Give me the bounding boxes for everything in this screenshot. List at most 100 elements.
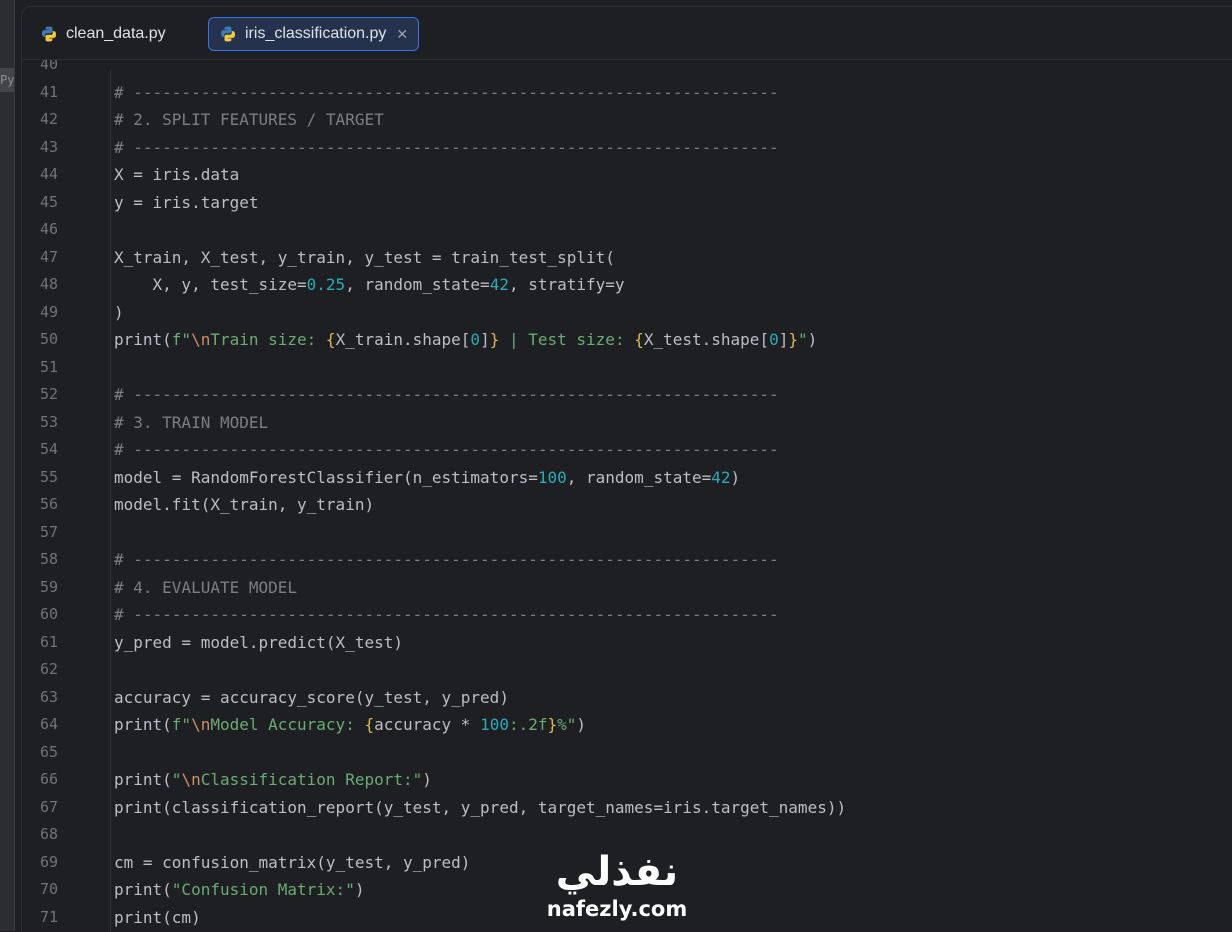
code-line[interactable]: 48 X, y, test_size=0.25, random_state=42… xyxy=(22,271,1232,299)
code-line[interactable]: 58 # ------------------------------------… xyxy=(22,546,1232,574)
code-text[interactable]: # --------------------------------------… xyxy=(114,601,779,629)
code-text[interactable]: # 3. TRAIN MODEL xyxy=(114,409,268,437)
line-number[interactable]: 46 xyxy=(22,216,58,244)
line-number[interactable]: 60 xyxy=(22,601,58,629)
code-line[interactable]: 59 # 4. EVALUATE MODEL xyxy=(22,574,1232,602)
tab-label: clean_data.py xyxy=(66,25,166,42)
line-number[interactable]: 69 xyxy=(22,849,58,877)
line-number[interactable]: 57 xyxy=(22,519,58,547)
code-text[interactable]: X_train, X_test, y_train, y_test = train… xyxy=(114,244,615,272)
code-text[interactable]: # --------------------------------------… xyxy=(114,134,779,162)
code-line[interactable]: 66 print("\nClassification Report:") xyxy=(22,766,1232,794)
code-text[interactable]: model = RandomForestClassifier(n_estimat… xyxy=(114,464,740,492)
code-line[interactable]: 50 print(f"\nTrain size: {X_train.shape[0… xyxy=(22,326,1232,354)
code-line[interactable]: 63 accuracy = accuracy_score(y_test, y_pr… xyxy=(22,684,1232,712)
line-number[interactable]: 49 xyxy=(22,299,58,327)
code-text[interactable]: print("Confusion Matrix:") xyxy=(114,876,364,904)
code-text[interactable]: print(f"\nTrain size: {X_train.shape[0]}… xyxy=(114,326,817,354)
line-number[interactable]: 58 xyxy=(22,546,58,574)
code-editor[interactable]: 40 41 # ----------------------------------… xyxy=(22,60,1232,932)
line-number[interactable]: 68 xyxy=(22,821,58,849)
line-number[interactable]: 40 xyxy=(22,60,58,79)
code-line[interactable]: 57 xyxy=(22,519,1232,547)
line-number[interactable]: 41 xyxy=(22,79,58,107)
line-number[interactable]: 62 xyxy=(22,656,58,684)
line-number[interactable]: 64 xyxy=(22,711,58,739)
code-line[interactable]: 60 # ------------------------------------… xyxy=(22,601,1232,629)
code-text[interactable]: X, y, test_size=0.25, random_state=42, s… xyxy=(114,271,625,299)
code-line[interactable]: 62 xyxy=(22,656,1232,684)
line-number[interactable]: 43 xyxy=(22,134,58,162)
code-text[interactable]: # 4. EVALUATE MODEL xyxy=(114,574,297,602)
line-number[interactable]: 67 xyxy=(22,794,58,822)
code-text[interactable]: y_pred = model.predict(X_test) xyxy=(114,629,403,657)
line-number[interactable]: 45 xyxy=(22,189,58,217)
code-text[interactable]: y = iris.target xyxy=(114,189,259,217)
line-number[interactable]: 47 xyxy=(22,244,58,272)
code-text[interactable]: print(f"\nModel Accuracy: {accuracy * 10… xyxy=(114,711,586,739)
code-text[interactable]: # --------------------------------------… xyxy=(114,381,779,409)
python-file-icon xyxy=(221,26,235,42)
code-text[interactable]: accuracy = accuracy_score(y_test, y_pred… xyxy=(114,684,509,712)
line-number[interactable]: 42 xyxy=(22,106,58,134)
code-line[interactable]: 55 model = RandomForestClassifier(n_estim… xyxy=(22,464,1232,492)
code-line[interactable]: 40 xyxy=(22,60,1232,79)
code-line[interactable]: 41 # ------------------------------------… xyxy=(22,79,1232,107)
tab-label: iris_classification.py xyxy=(245,25,387,42)
code-line[interactable]: 52 # ------------------------------------… xyxy=(22,381,1232,409)
code-line[interactable]: 42 # 2. SPLIT FEATURES / TARGET xyxy=(22,106,1232,134)
line-number[interactable]: 65 xyxy=(22,739,58,767)
code-line[interactable]: 49) xyxy=(22,299,1232,327)
code-line[interactable]: 67 print(classification_report(y_test, y_… xyxy=(22,794,1232,822)
line-number[interactable]: 55 xyxy=(22,464,58,492)
editor-tab-bar: clean_data.py iris_classification.py ✕ xyxy=(22,7,1232,60)
watermark-logo: نفذلي nafezly.com xyxy=(532,848,702,928)
code-line[interactable]: 44 X = iris.data xyxy=(22,161,1232,189)
code-text[interactable]: # --------------------------------------… xyxy=(114,436,779,464)
line-number[interactable]: 52 xyxy=(22,381,58,409)
python-file-icon xyxy=(42,26,56,42)
code-line[interactable]: 64 print(f"\nModel Accuracy: {accuracy * … xyxy=(22,711,1232,739)
code-line[interactable]: 45 y = iris.target xyxy=(22,189,1232,217)
tab-clean-data[interactable]: clean_data.py xyxy=(30,17,176,51)
code-line[interactable]: 53 # 3. TRAIN MODEL xyxy=(22,409,1232,437)
line-number[interactable]: 51 xyxy=(22,354,58,382)
line-number[interactable]: 61 xyxy=(22,629,58,657)
python-console-peek[interactable]: Py xyxy=(0,68,14,92)
code-text[interactable]: print(cm) xyxy=(114,904,201,932)
code-line[interactable]: 51 xyxy=(22,354,1232,382)
code-text[interactable]: model.fit(X_train, y_train) xyxy=(114,491,374,519)
line-number[interactable]: 71 xyxy=(22,904,58,932)
code-line[interactable]: 43 # ------------------------------------… xyxy=(22,134,1232,162)
code-text[interactable]: # 2. SPLIT FEATURES / TARGET xyxy=(114,106,384,134)
code-text[interactable]: # --------------------------------------… xyxy=(114,546,779,574)
line-number[interactable]: 44 xyxy=(22,161,58,189)
code-line[interactable]: 47 X_train, X_test, y_train, y_test = tra… xyxy=(22,244,1232,272)
editor-window: clean_data.py iris_classification.py ✕ 4… xyxy=(21,6,1232,932)
tab-iris-classification[interactable]: iris_classification.py ✕ xyxy=(208,17,420,51)
line-number[interactable]: 54 xyxy=(22,436,58,464)
watermark-latin: nafezly.com xyxy=(546,897,688,921)
code-text[interactable]: print("\nClassification Report:") xyxy=(114,766,432,794)
line-number[interactable]: 66 xyxy=(22,766,58,794)
left-tool-strip: Py xyxy=(0,0,15,931)
code-line[interactable]: 56 model.fit(X_train, y_train) xyxy=(22,491,1232,519)
line-number[interactable]: 56 xyxy=(22,491,58,519)
code-line[interactable]: 65 xyxy=(22,739,1232,767)
line-number[interactable]: 48 xyxy=(22,271,58,299)
line-number[interactable]: 53 xyxy=(22,409,58,437)
code-text[interactable]: print(classification_report(y_test, y_pr… xyxy=(114,794,846,822)
code-text[interactable]: cm = confusion_matrix(y_test, y_pred) xyxy=(114,849,470,877)
close-icon[interactable]: ✕ xyxy=(396,26,408,43)
line-number[interactable]: 70 xyxy=(22,876,58,904)
code-line[interactable]: 68 xyxy=(22,821,1232,849)
line-number[interactable]: 63 xyxy=(22,684,58,712)
line-number[interactable]: 50 xyxy=(22,326,58,354)
code-text[interactable]: ) xyxy=(114,299,124,327)
code-text[interactable]: # --------------------------------------… xyxy=(114,79,779,107)
code-text[interactable]: X = iris.data xyxy=(114,161,239,189)
code-line[interactable]: 61 y_pred = model.predict(X_test) xyxy=(22,629,1232,657)
code-line[interactable]: 54 # ------------------------------------… xyxy=(22,436,1232,464)
line-number[interactable]: 59 xyxy=(22,574,58,602)
code-line[interactable]: 46 xyxy=(22,216,1232,244)
